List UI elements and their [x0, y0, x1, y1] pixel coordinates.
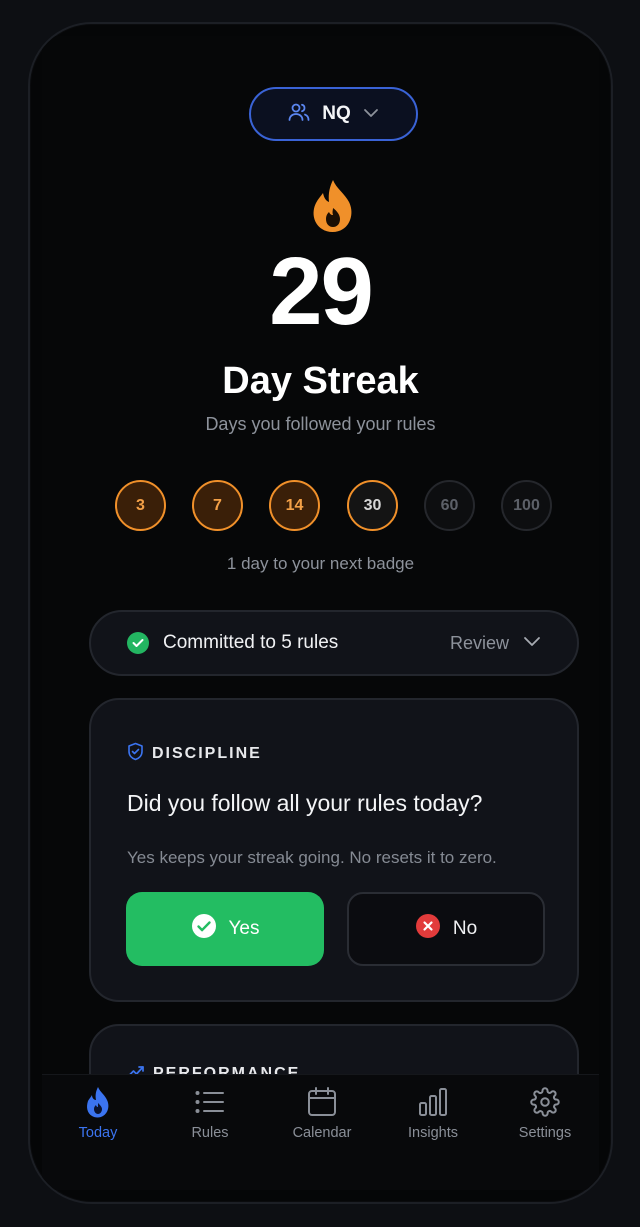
- flame-icon: [81, 1085, 115, 1119]
- calendar-icon: [305, 1085, 339, 1119]
- badge-30[interactable]: 30: [347, 480, 398, 531]
- no-button[interactable]: No: [347, 892, 545, 966]
- account-selector[interactable]: NQ: [249, 87, 418, 141]
- streak-count: 29: [269, 238, 374, 345]
- badge-14[interactable]: 14: [269, 480, 320, 531]
- users-icon: [288, 102, 310, 127]
- chevron-down-icon[interactable]: [523, 634, 541, 652]
- commitment-label: Committed to 5 rules: [163, 632, 339, 653]
- streak-label: Day Streak: [222, 360, 419, 402]
- discipline-tag: DISCIPLINE: [127, 742, 262, 766]
- check-circle-icon: [191, 913, 217, 945]
- bottom-tab-bar: Today Rules Calendar Insights Settings: [42, 1074, 599, 1190]
- tab-settings-label: Settings: [518, 1125, 572, 1141]
- commitment-bar[interactable]: Committed to 5 rules Review: [89, 610, 579, 676]
- gear-icon: [528, 1085, 562, 1119]
- tab-today-label: Today: [78, 1125, 118, 1141]
- discipline-hint: Yes keeps your streak going. No resets i…: [127, 848, 497, 867]
- badge-7[interactable]: 7: [192, 480, 243, 531]
- flame-icon: [308, 178, 358, 234]
- account-label: NQ: [322, 103, 351, 124]
- chevron-down-icon: [363, 105, 379, 123]
- bar-chart-icon: [416, 1085, 450, 1119]
- check-circle-icon: [127, 632, 149, 654]
- x-circle-icon: [415, 913, 441, 945]
- tab-insights-label: Insights: [408, 1125, 458, 1141]
- tab-settings[interactable]: Settings: [495, 1085, 595, 1141]
- review-button[interactable]: Review: [450, 633, 509, 654]
- streak-subtitle: Days you followed your rules: [205, 414, 436, 434]
- phone-frame: NQ 29 Day Streak Days you followed your …: [28, 22, 613, 1204]
- discipline-question: Did you follow all your rules today?: [127, 790, 483, 816]
- yes-button[interactable]: Yes: [126, 892, 324, 966]
- shield-icon: [127, 742, 144, 766]
- no-label: No: [452, 918, 478, 939]
- tab-calendar[interactable]: Calendar: [272, 1085, 372, 1141]
- badge-60[interactable]: 60: [424, 480, 475, 531]
- discipline-card: DISCIPLINE Did you follow all your rules…: [89, 698, 579, 1002]
- badge-3[interactable]: 3: [115, 480, 166, 531]
- badge-row: 3 7 14 30 60 100: [115, 480, 555, 534]
- tab-rules[interactable]: Rules: [160, 1085, 260, 1141]
- tab-rules-label: Rules: [191, 1125, 229, 1141]
- list-icon: [193, 1085, 227, 1119]
- tab-insights[interactable]: Insights: [383, 1085, 483, 1141]
- app-screen: NQ 29 Day Streak Days you followed your …: [42, 36, 599, 1190]
- badge-100[interactable]: 100: [501, 480, 552, 531]
- discipline-tag-label: DISCIPLINE: [152, 745, 262, 762]
- tab-today[interactable]: Today: [48, 1085, 148, 1141]
- tab-calendar-label: Calendar: [292, 1125, 352, 1141]
- yes-label: Yes: [228, 918, 260, 939]
- next-badge-text: 1 day to your next badge: [226, 554, 415, 573]
